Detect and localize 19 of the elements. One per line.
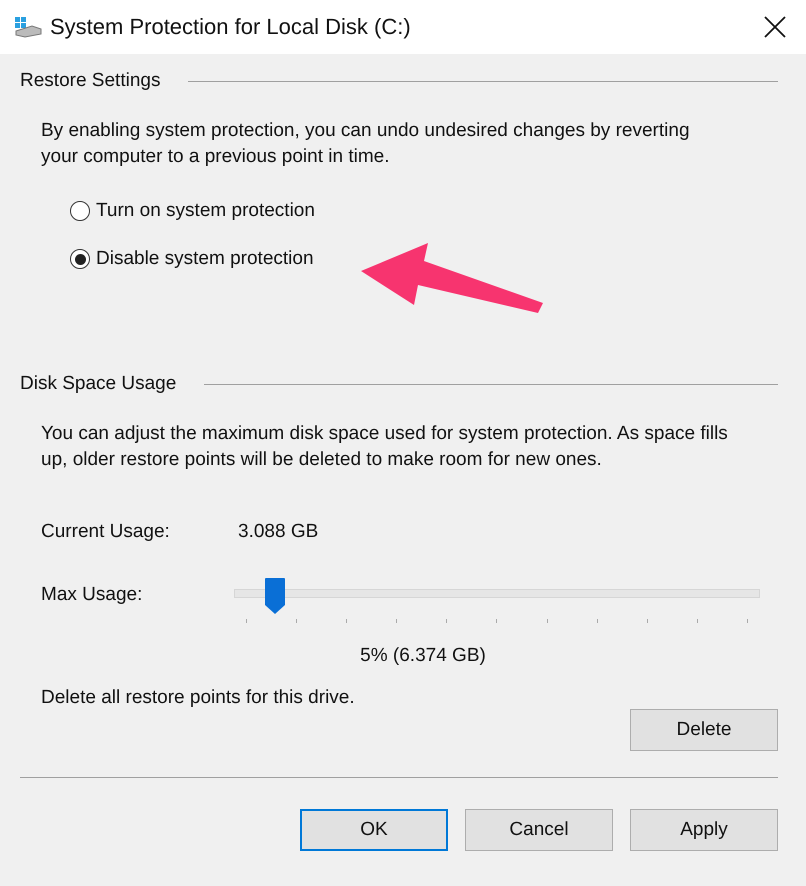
delete-button[interactable]: Delete (630, 709, 778, 751)
delete-text: Delete all restore points for this drive. (41, 687, 355, 709)
dialog-button[interactable]: Cancel (465, 809, 613, 851)
radio-option[interactable]: Turn on system protection (70, 198, 778, 224)
radio-option[interactable]: Disable system protection (70, 246, 778, 272)
description-text: By enabling system protection, you can undo undesired changes by reverting your computer to a previous point in time. (41, 119, 691, 169)
current-usage-value: 3.088 GB (238, 521, 318, 543)
group-heading: Disk Space Usage (20, 373, 176, 395)
window-title: System Protection for Local Disk (C:) (50, 14, 412, 40)
max-usage-reading: 5% (6.374 GB) (359, 645, 487, 667)
description-text: You can adjust the maximum disk space used for system protection. As space fills up, older restore points will be deleted to make room for new ones. (41, 422, 729, 472)
slider-thumb[interactable] (264, 577, 286, 615)
group-heading: Restore Settings (20, 70, 160, 92)
dialog-button[interactable]: Apply (630, 809, 778, 851)
close-icon[interactable] (764, 16, 786, 38)
dialog-button[interactable]: OK (300, 809, 448, 851)
current-usage-label: Current Usage: (41, 521, 171, 543)
drive-icon (14, 16, 42, 38)
max-usage-label: Max Usage: (41, 584, 144, 606)
